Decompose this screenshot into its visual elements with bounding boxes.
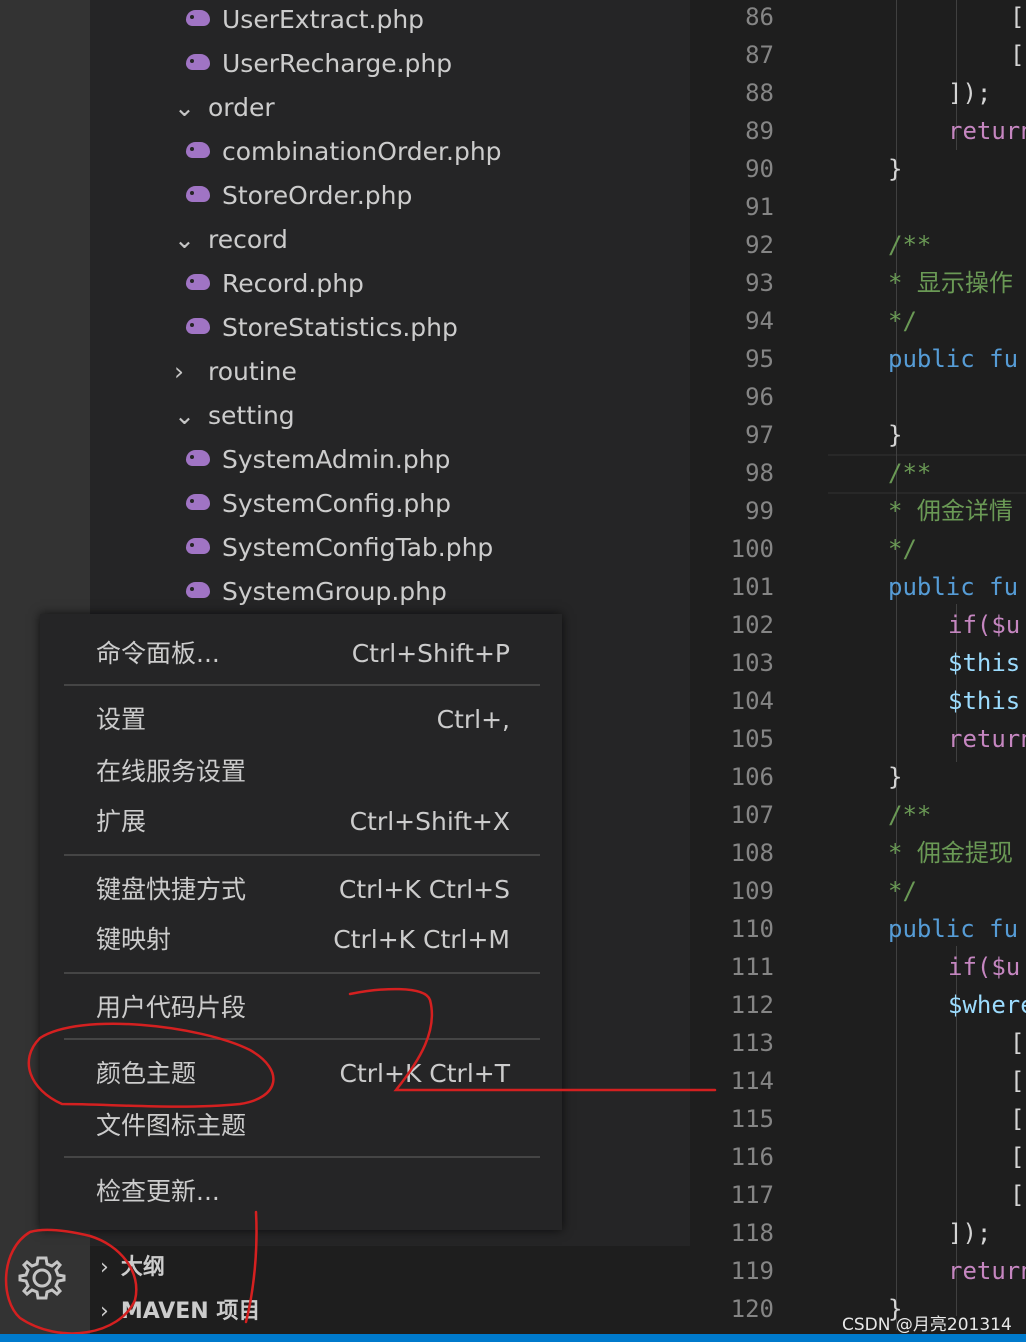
status-bar: [0, 1334, 1026, 1342]
red-annotation-overlay: [4, 987, 717, 1335]
annotation-circle-color-theme: [27, 1022, 275, 1108]
annotation-circle-gear: [4, 1228, 138, 1335]
annotation-vertical-line: [244, 1210, 258, 1324]
watermark: CSDN @月亮201314: [842, 1315, 1012, 1335]
annotation-number-2: [348, 987, 717, 1092]
